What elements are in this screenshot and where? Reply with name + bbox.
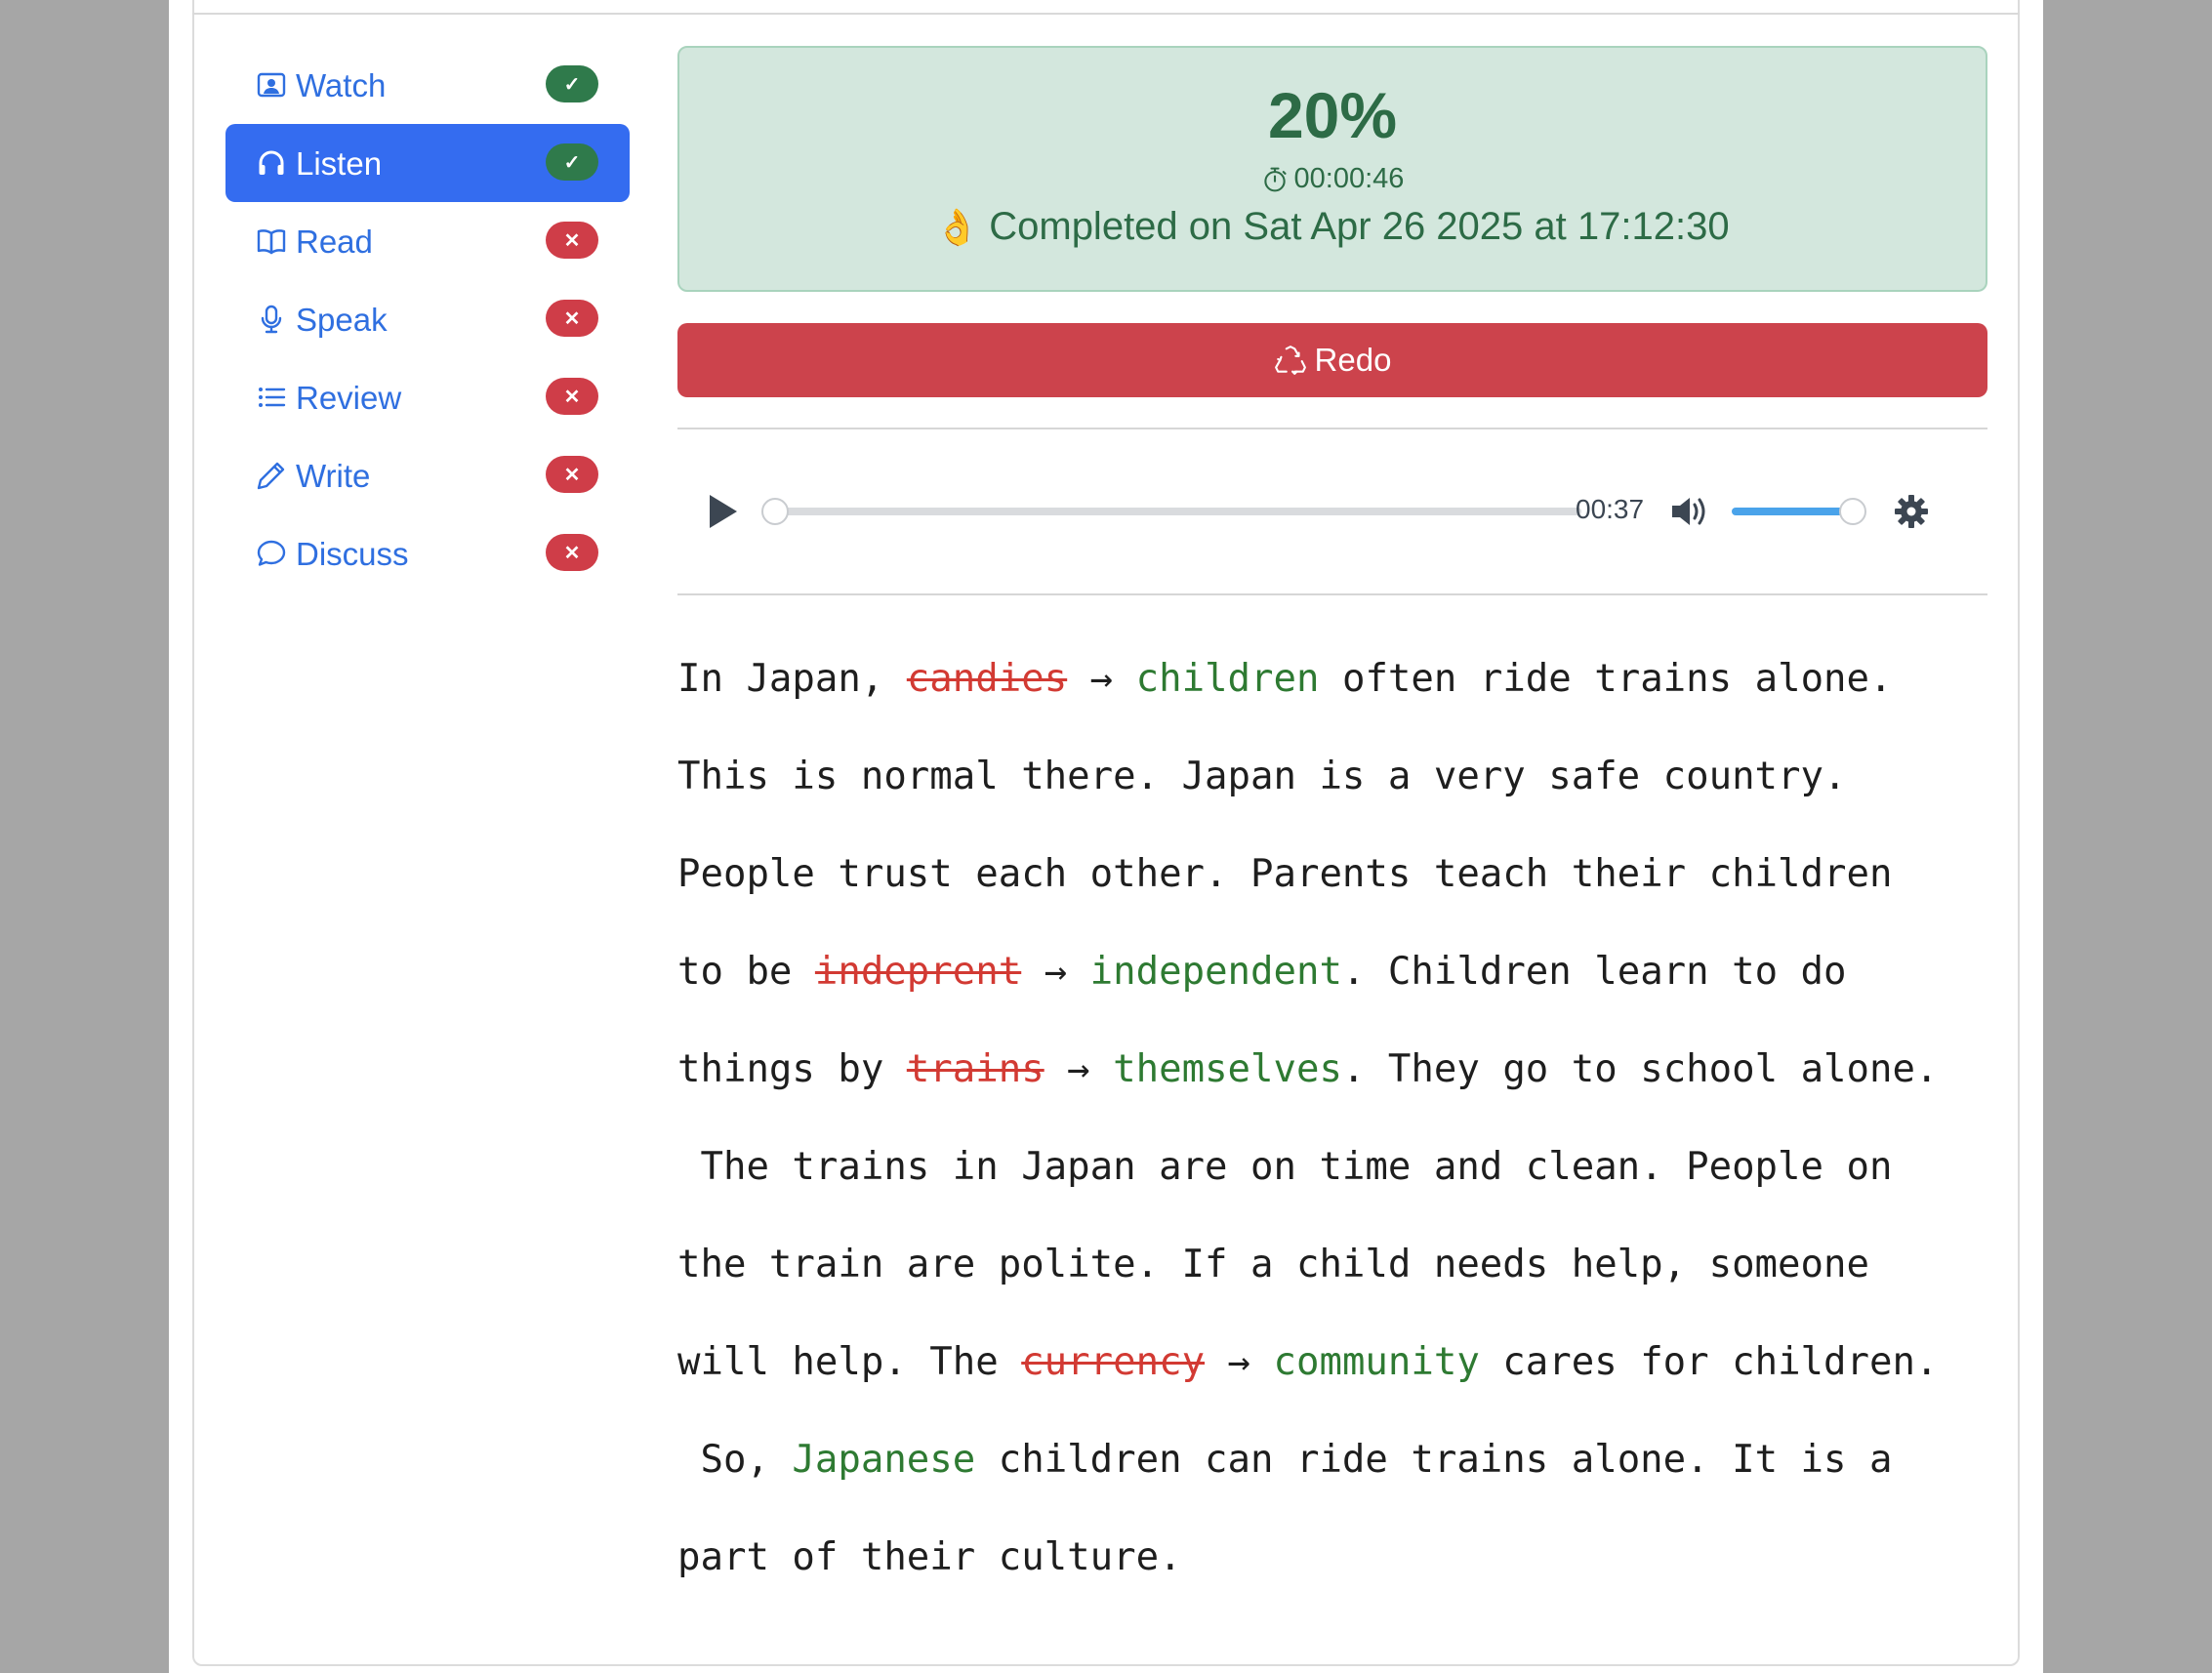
corrected-word: children — [1135, 657, 1320, 701]
sidebar-item-listen[interactable]: Listen ✓ — [225, 124, 630, 202]
text-segment: So, — [677, 1438, 793, 1482]
list-icon — [255, 381, 288, 414]
incorrect-word: trains — [906, 1047, 1045, 1091]
correction-arrow: → — [1021, 950, 1090, 994]
play-button[interactable] — [707, 492, 740, 531]
sidebar-item-review[interactable]: Review ✕ — [225, 358, 630, 436]
sidebar-item-label: Read — [296, 223, 373, 260]
sidebar-item-label: Review — [296, 379, 402, 416]
play-icon — [710, 495, 737, 528]
stopwatch-icon — [1263, 167, 1287, 191]
text-segment: to be — [677, 950, 815, 994]
seek-bar[interactable] — [773, 508, 1581, 515]
incorrect-word: indeprent — [814, 950, 1022, 994]
result-alert: 20% 00:00:46 👌 Completed on Sat Apr 26 2… — [677, 46, 1987, 292]
pencil-icon — [255, 459, 288, 492]
gear-icon — [1895, 495, 1928, 528]
corrected-word: independent — [1089, 950, 1342, 994]
recycle-icon — [1274, 346, 1306, 375]
correction-arrow: → — [1205, 1340, 1274, 1384]
sidebar-item-write[interactable]: Write ✕ — [225, 436, 630, 514]
text-segment: This is normal there. Japan is a very sa… — [677, 755, 1847, 798]
card-header-divider — [192, 13, 2020, 15]
text-segment: The trains in Japan are on time and clea… — [677, 1145, 1893, 1189]
status-badge: ✓ — [546, 143, 598, 181]
elapsed-value: 00:00:46 — [1293, 163, 1405, 194]
completed-text: Completed on Sat Apr 26 2025 at 17:12:30 — [989, 205, 1730, 248]
divider — [677, 593, 1987, 595]
volume-handle[interactable] — [1839, 498, 1866, 525]
person-video-icon — [255, 68, 288, 102]
book-icon — [255, 224, 288, 258]
text-segment: will help. The — [677, 1340, 1022, 1384]
chat-icon — [255, 537, 288, 570]
redo-label: Redo — [1314, 342, 1392, 378]
text-line: the train are polite. If a child needs h… — [677, 1216, 1987, 1314]
status-badge: ✓ — [546, 65, 598, 102]
mic-icon — [255, 303, 288, 336]
time-remaining: 00:37 — [1576, 494, 1645, 524]
correction-arrow: → — [1067, 657, 1136, 701]
text-segment: often ride trains alone. — [1319, 657, 1893, 701]
text-segment: children can ride trains alone. It is a — [975, 1438, 1893, 1482]
text-segment: part of their culture. — [677, 1535, 1182, 1579]
completed-message: 👌 Completed on Sat Apr 26 2025 at 17:12:… — [679, 205, 1986, 249]
elapsed-time: 00:00:46 — [679, 163, 1986, 195]
audio-player: 00:37 — [677, 429, 1987, 593]
volume-button[interactable] — [1669, 494, 1710, 529]
redo-button[interactable]: Redo — [677, 323, 1987, 397]
text-line: part of their culture. — [677, 1509, 1987, 1607]
text-segment: things by — [677, 1047, 907, 1091]
text-segment: In Japan, — [677, 657, 907, 701]
text-segment: the train are polite. If a child needs h… — [677, 1243, 1869, 1286]
dictation-text: In Japan, candies → children often ride … — [677, 631, 1987, 1607]
seek-handle[interactable] — [761, 498, 789, 525]
volume-icon — [1672, 498, 1705, 525]
score-value: 20% — [1267, 79, 1398, 151]
headphones-icon — [255, 146, 288, 180]
page: Watch ✓ Listen ✓ Read ✕ Speak ✕ Review ✕… — [169, 0, 2043, 1673]
incorrect-word: candies — [906, 657, 1068, 701]
sidebar-item-read[interactable]: Read ✕ — [225, 202, 630, 280]
text-segment: . Children learn to do — [1341, 950, 1847, 994]
text-line: People trust each other. Parents teach t… — [677, 826, 1987, 923]
sidebar-item-watch[interactable]: Watch ✓ — [225, 46, 630, 124]
sidebar-item-discuss[interactable]: Discuss ✕ — [225, 514, 630, 592]
text-segment: cares for children. — [1479, 1340, 1939, 1384]
sidebar-item-label: Listen — [296, 144, 383, 182]
correction-arrow: → — [1044, 1047, 1114, 1091]
sidebar-item-label: Write — [296, 457, 371, 494]
corrected-word: community — [1273, 1340, 1480, 1384]
status-badge: ✕ — [546, 456, 598, 493]
settings-button[interactable] — [1894, 494, 1929, 529]
text-line: In Japan, candies → children often ride … — [677, 631, 1987, 728]
text-line: will help. The currency → community care… — [677, 1314, 1987, 1411]
activity-sidebar: Watch ✓ Listen ✓ Read ✕ Speak ✕ Review ✕… — [225, 46, 630, 592]
sidebar-item-label: Discuss — [296, 535, 409, 572]
text-line: things by trains → themselves. They go t… — [677, 1021, 1987, 1119]
sidebar-item-label: Watch — [296, 66, 387, 103]
status-badge: ✕ — [546, 300, 598, 337]
text-segment: . They go to school alone. — [1341, 1047, 1939, 1091]
status-badge: ✕ — [546, 222, 598, 259]
sidebar-item-speak[interactable]: Speak ✕ — [225, 280, 630, 358]
corrected-word: Japanese — [792, 1438, 976, 1482]
text-line: The trains in Japan are on time and clea… — [677, 1119, 1987, 1216]
text-segment: People trust each other. Parents teach t… — [677, 852, 1893, 896]
corrected-word: themselves — [1113, 1047, 1342, 1091]
status-badge: ✕ — [546, 534, 598, 571]
status-badge: ✕ — [546, 378, 598, 415]
text-line: This is normal there. Japan is a very sa… — [677, 728, 1987, 826]
sidebar-item-label: Speak — [296, 301, 388, 338]
ok-hand-icon: 👌 — [935, 206, 980, 247]
text-line: So, Japanese children can ride trains al… — [677, 1411, 1987, 1509]
incorrect-word: currency — [1021, 1340, 1206, 1384]
text-line: to be indeprent → independent. Children … — [677, 923, 1987, 1021]
main-content: 20% 00:00:46 👌 Completed on Sat Apr 26 2… — [677, 46, 1987, 1607]
